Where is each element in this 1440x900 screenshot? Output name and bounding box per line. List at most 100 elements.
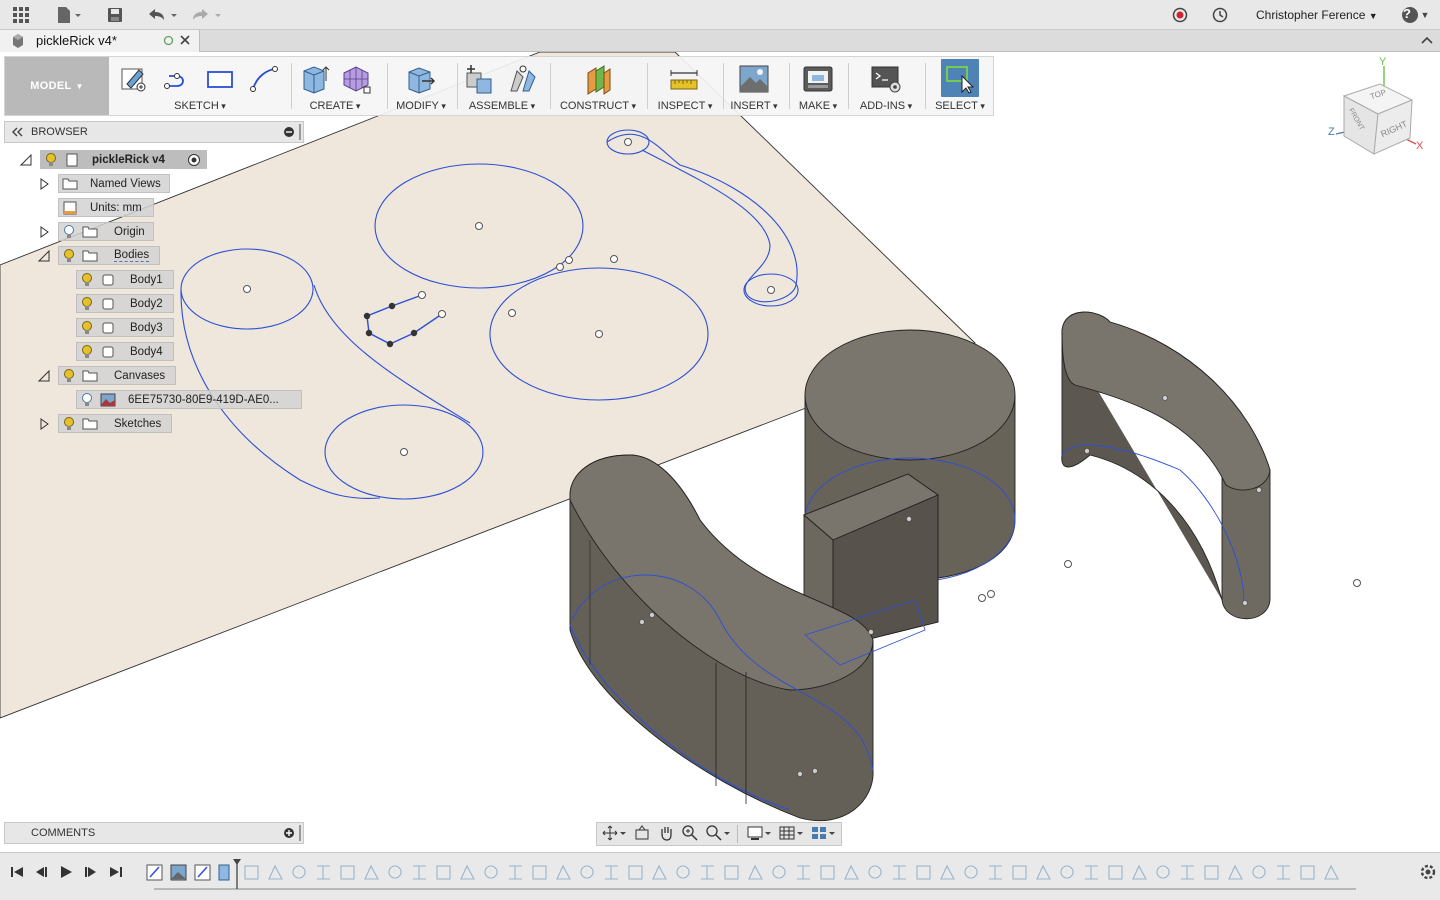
visibility-bulb-icon[interactable] [80,320,94,336]
line-tool-icon[interactable] [161,62,195,96]
browser-item-body2[interactable]: Body2 [76,294,174,313]
timeline-features[interactable] [140,857,1370,895]
timeline-feature[interactable] [964,865,978,879]
viewcube[interactable]: TOP FRONT RIGHT Y Z X [1322,56,1432,166]
timeline-feature[interactable] [893,865,906,880]
timeline-feature[interactable] [244,865,259,880]
create-menu-label[interactable]: CREATE [295,100,375,112]
pan-hand-icon[interactable] [657,824,675,845]
document-tab[interactable]: pickleRick v4* [0,30,200,52]
inspect-menu-label[interactable]: INSPECT [651,100,719,112]
browser-item-named-views[interactable]: Named Views [58,174,170,193]
timeline-feature[interactable] [797,865,810,880]
timeline-feature[interactable] [724,865,739,880]
timeline-feature[interactable] [1012,865,1027,880]
browser-item-body4[interactable]: Body4 [76,342,174,361]
form-icon[interactable] [339,62,373,96]
expand-triangle-icon[interactable] [37,225,51,239]
visibility-bulb-icon[interactable] [80,344,94,360]
timeline-feature[interactable] [1108,865,1123,880]
expand-triangle-icon[interactable] [37,417,51,431]
collapse-triangle-icon[interactable] [19,153,33,167]
timeline-feature[interactable] [1324,864,1339,880]
redo-icon[interactable] [188,4,224,26]
help-menu[interactable]: ? ▼ [1398,4,1432,26]
step-forward-icon[interactable] [82,863,100,881]
timeline-feature[interactable] [772,865,786,879]
timeline-feature[interactable] [1181,865,1194,880]
timeline-feature[interactable] [1300,865,1315,880]
collapse-triangle-icon[interactable] [37,249,51,263]
spline-tool-icon[interactable] [247,62,281,96]
timeline-feature[interactable] [460,864,475,880]
timeline-feature[interactable] [1036,864,1051,880]
timeline-feature[interactable] [940,864,955,880]
select-menu-label[interactable]: SELECT [929,100,991,112]
press-pull-icon[interactable] [403,62,437,96]
timeline-feature[interactable] [868,865,882,879]
hidden-bulb-icon[interactable] [62,224,76,240]
visibility-bulb-icon[interactable] [44,152,58,168]
timeline-feature[interactable] [340,865,355,880]
go-to-end-icon[interactable] [107,863,125,881]
timeline-feature[interactable] [292,865,306,879]
timeline-feature[interactable] [436,865,451,880]
timeline-feature[interactable] [1277,865,1290,880]
browser-item-origin[interactable]: Origin [58,222,154,241]
collapse-triangle-icon[interactable] [37,369,51,383]
browser-item-sketches[interactable]: Sketches [58,414,172,433]
3d-print-icon[interactable] [801,62,835,96]
job-status-clock-icon[interactable] [1210,4,1230,26]
panel-options-icon[interactable] [283,126,295,141]
undo-icon[interactable] [144,4,180,26]
activate-radio-icon[interactable] [187,153,201,170]
save-icon[interactable] [104,4,126,26]
browser-item-canvas-image[interactable]: 6EE75730-80E9-419D-AE0... [76,390,302,409]
timeline-feature[interactable] [605,865,618,880]
timeline-feature[interactable] [1085,865,1098,880]
browser-item-units[interactable]: Units: mm [58,198,154,217]
rectangle-tool-icon[interactable] [203,62,237,96]
timeline-feature[interactable] [748,864,763,880]
zoom-icon[interactable] [681,824,699,845]
scripts-addins-icon[interactable] [869,62,903,96]
timeline-feature[interactable] [1204,865,1219,880]
close-tab-icon[interactable] [179,34,191,49]
go-to-start-icon[interactable] [8,863,26,881]
timeline-feature[interactable] [509,865,522,880]
timeline-feature[interactable] [364,864,379,880]
model-scene[interactable] [0,52,1440,852]
panel-resize-handle[interactable] [299,124,301,140]
timeline-settings-gear-icon[interactable] [1419,863,1437,884]
look-at-icon[interactable] [633,824,651,845]
timeline-feature[interactable] [1060,865,1074,879]
timeline-feature[interactable] [1252,865,1266,879]
select-tool-icon[interactable] [941,59,979,97]
timeline-feature[interactable] [676,865,690,879]
timeline-feature[interactable] [556,864,571,880]
timeline-feature[interactable] [844,864,859,880]
orbit-icon[interactable] [601,824,627,845]
browser-item-body3[interactable]: Body3 [76,318,174,337]
grid-settings-icon[interactable] [778,824,804,845]
app-grid-icon[interactable] [10,4,32,26]
measure-icon[interactable] [667,62,701,96]
visibility-bulb-icon[interactable] [80,272,94,288]
user-account-menu[interactable]: Christopher Ference ▼ [1256,0,1378,30]
hidden-bulb-icon[interactable] [80,392,94,408]
insert-canvas-icon[interactable] [737,62,771,96]
browser-item-bodies[interactable]: Bodies [58,246,160,265]
display-settings-icon[interactable] [746,824,772,845]
modify-menu-label[interactable]: MODIFY [389,100,453,112]
browser-root-node[interactable]: pickleRick v4 [40,150,207,169]
expand-triangle-icon[interactable] [37,177,51,191]
visibility-bulb-icon[interactable] [62,248,76,264]
panel-resize-handle[interactable] [299,825,301,841]
step-back-icon[interactable] [32,863,50,881]
browser-item-canvases[interactable]: Canvases [58,366,176,385]
timeline-feature[interactable] [628,865,643,880]
make-menu-label[interactable]: MAKE [793,100,843,112]
extrude-icon[interactable] [297,62,331,96]
construct-menu-label[interactable]: CONSTRUCT [553,100,643,112]
new-component-icon[interactable] [462,62,496,96]
